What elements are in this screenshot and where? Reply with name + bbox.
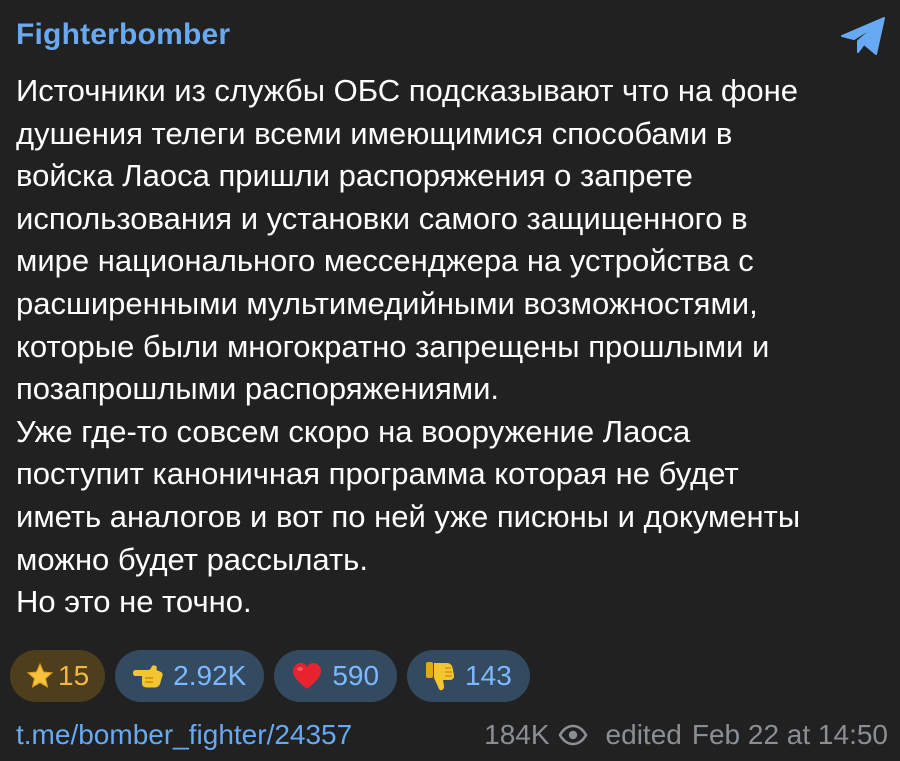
reactions-bar: 15 2.92K 590 143 (10, 650, 530, 702)
post-timestamp: Feb 22 at 14:50 (691, 719, 888, 750)
heart-icon (290, 659, 324, 693)
reaction-heart[interactable]: 590 (274, 650, 398, 702)
reaction-thumbs-down[interactable]: 143 (407, 650, 530, 702)
channel-name[interactable]: Fighterbomber (16, 16, 230, 54)
thumbs-down-icon (423, 659, 457, 693)
reaction-count: 590 (332, 660, 380, 691)
reaction-count: 2.92K (173, 660, 247, 691)
reaction-star[interactable]: 15 (10, 650, 106, 702)
share-icon[interactable] (838, 12, 888, 60)
post-footer: t.me/bomber_fighter/24357 184K edited Fe… (16, 716, 888, 754)
eye-icon (558, 724, 588, 746)
reaction-count: 143 (465, 660, 512, 691)
post-link[interactable]: t.me/bomber_fighter/24357 (16, 719, 352, 751)
pointing-hand-icon (131, 659, 165, 693)
star-icon (26, 662, 54, 690)
reaction-pointing-hand[interactable]: 2.92K (115, 650, 265, 702)
post-meta: 184K edited Feb 22 at 14:50 (484, 719, 888, 751)
reaction-count: 15 (58, 660, 90, 691)
telegram-post: Fighterbomber Источники из службы ОБС по… (0, 0, 900, 761)
view-count: 184K (484, 719, 550, 750)
message-text: Источники из службы ОБС подсказывают что… (16, 73, 801, 620)
edited-label: edited (605, 719, 682, 750)
